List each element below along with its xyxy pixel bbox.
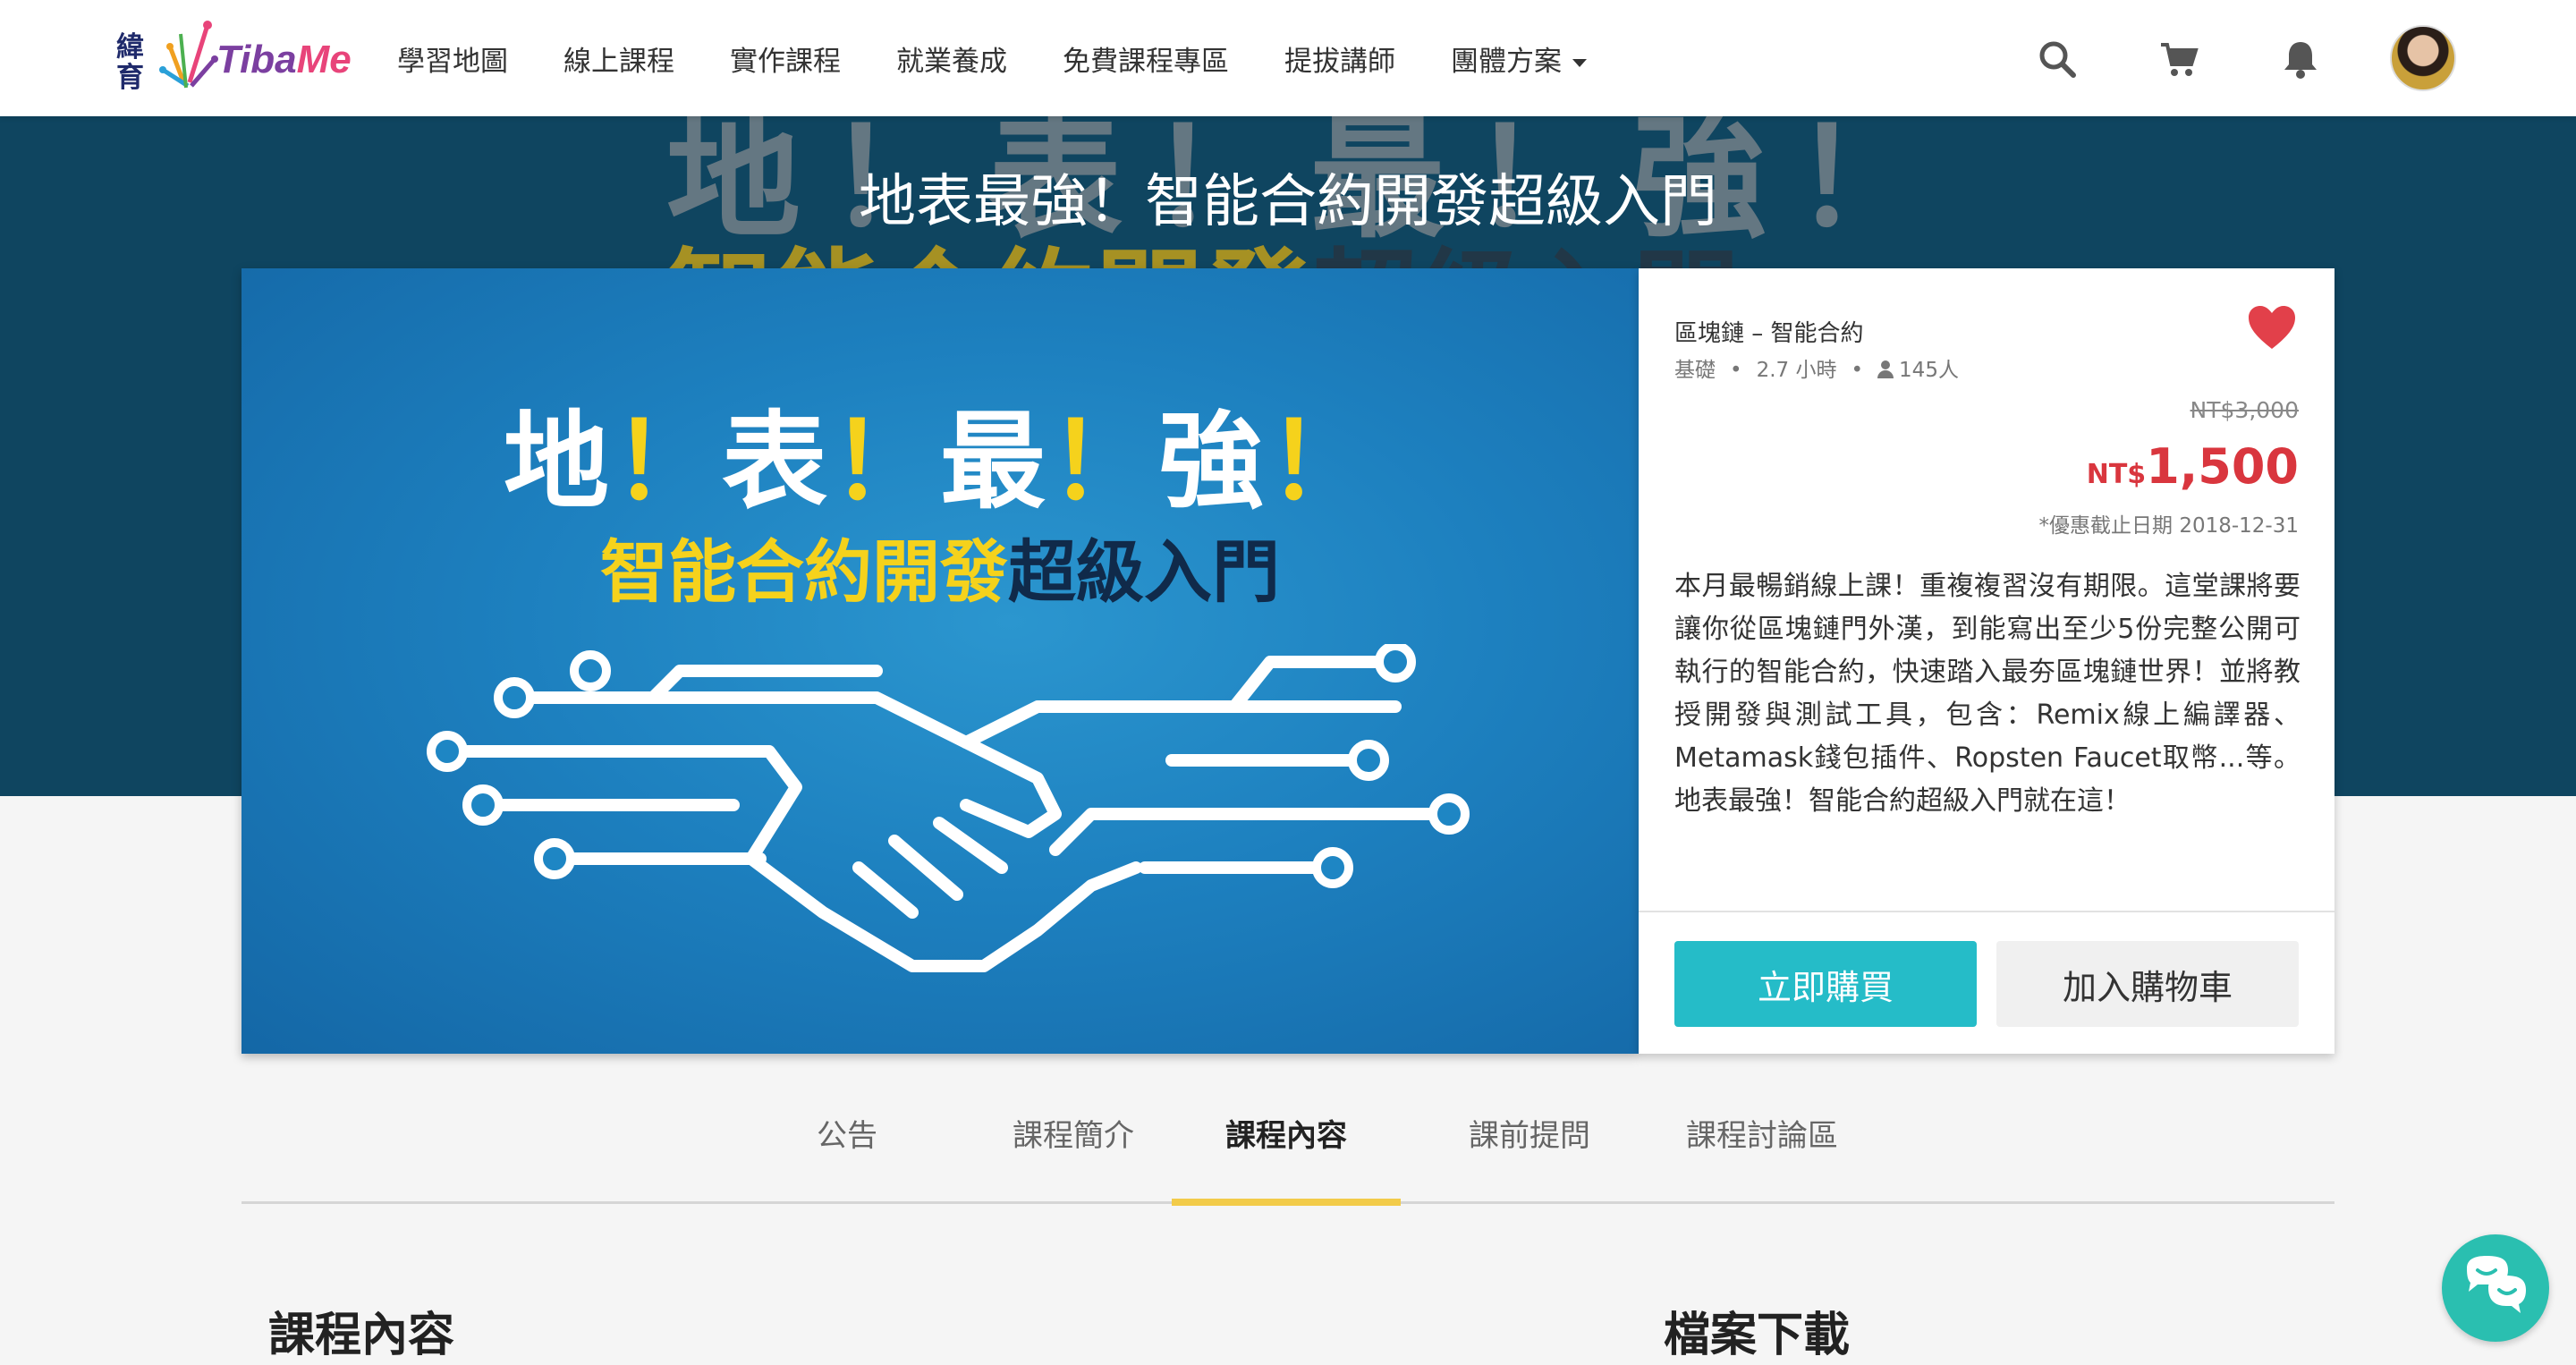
course-tabs: 公告 課程簡介 課程內容 課前提問 課程討論區	[242, 1098, 2334, 1206]
course-info-panel: 區塊鏈 – 智能合約 基礎 • 2.7 小時 • 145人 NT$3,000 NT$1,…	[1639, 268, 2334, 1054]
tab-course-content[interactable]: 課程內容	[1172, 1111, 1401, 1206]
user-avatar[interactable]	[2390, 25, 2456, 91]
cover-headline: 地！表！最！強！	[242, 376, 1639, 529]
section-title-course-content: 課程內容	[268, 1309, 455, 1362]
logo-wordmark-me: Me	[296, 38, 352, 81]
cover-char: 表	[721, 400, 831, 523]
menu-learning-map[interactable]: 學習地圖	[397, 38, 508, 79]
cover-exclaim: ！	[830, 400, 940, 523]
menu-career-training[interactable]: 就業養成	[896, 38, 1007, 79]
buy-now-button[interactable]: 立即購買	[1674, 941, 1977, 1027]
menu-become-instructor[interactable]: 提拔講師	[1284, 38, 1395, 79]
cover-subheadline-a: 智能合約開發	[600, 532, 1008, 612]
original-price: NT$3,000	[2190, 397, 2299, 423]
course-students: 145人	[1899, 359, 1959, 382]
menu-practical-courses[interactable]: 實作課程	[730, 38, 841, 79]
menu-online-courses[interactable]: 線上課程	[564, 38, 674, 79]
cover-exclaim: ！	[612, 400, 722, 523]
course-title: 地表最強！智能合約開發超級入門	[859, 169, 1717, 235]
price-currency: NT$	[2086, 459, 2147, 490]
course-category[interactable]: 區塊鏈 – 智能合約	[1674, 315, 1864, 348]
cart-icon[interactable]	[2157, 38, 2200, 81]
course-description: 本月最暢銷線上課！重複複習沒有期限。這堂課將要讓你從區塊鏈門外漢，到能寫出至少5…	[1674, 571, 2301, 817]
course-hours: 2.7 小時	[1756, 359, 1837, 382]
cover-char: 地	[503, 400, 613, 523]
price-amount: 1,500	[2146, 438, 2299, 495]
course-cover-image: 地！表！最！強！ 智能合約開發超級入門	[242, 268, 1639, 1054]
course-meta: 基礎 • 2.7 小時 • 145人	[1674, 352, 1959, 383]
person-icon	[1877, 360, 1894, 378]
logo-chinese-text: 緯育	[116, 31, 144, 94]
top-navbar: 緯育 TibaMe 學習地圖 線上課程 實作課程 就業養成 免費課程專區 提拔講…	[0, 0, 2576, 116]
discount-deadline: *優惠截止日期 2018-12-31	[2038, 514, 2299, 538]
cover-subheadline: 智能合約開發超級入門	[242, 517, 1639, 615]
logo-wordmark: TibaMe	[216, 38, 352, 82]
logo[interactable]: 緯育 TibaMe	[116, 20, 352, 97]
cover-subheadline-b: 超級入門	[1008, 532, 1280, 612]
handshake-circuit-icon	[427, 644, 1470, 972]
search-icon[interactable]	[2036, 38, 2079, 81]
logo-wordmark-tiba: Tiba	[216, 38, 297, 81]
cover-exclaim: ！	[1049, 400, 1159, 523]
menu-free-courses[interactable]: 免費課程專區	[1063, 38, 1229, 79]
course-level: 基礎	[1674, 359, 1716, 382]
menu-group-plans[interactable]: 團體方案	[1451, 38, 1587, 79]
favorite-heart-icon[interactable]	[2247, 304, 2297, 351]
tab-announcements[interactable]: 公告	[789, 1111, 905, 1202]
tab-course-intro[interactable]: 課程簡介	[984, 1111, 1163, 1202]
cover-char: 強	[1158, 400, 1268, 523]
chat-bubbles-icon	[2467, 1256, 2526, 1313]
chevron-down-icon	[1572, 58, 1587, 67]
sale-price: NT$1,500	[2087, 438, 2299, 495]
chat-button[interactable]	[2442, 1234, 2549, 1342]
add-to-cart-button[interactable]: 加入購物車	[1996, 941, 2299, 1027]
main-menu: 學習地圖 線上課程 實作課程 就業養成 免費課程專區 提拔講師 團體方案	[397, 0, 1642, 116]
bell-icon[interactable]	[2279, 38, 2322, 81]
cover-char: 最	[940, 400, 1050, 523]
divider	[1639, 911, 2334, 912]
section-title-file-download: 檔案下載	[1664, 1309, 1851, 1362]
separator-dot: •	[1851, 359, 1864, 382]
tab-pre-course-questions[interactable]: 課前提問	[1440, 1111, 1619, 1202]
cover-exclaim: ！	[1267, 400, 1377, 523]
separator-dot: •	[1730, 359, 1742, 382]
tab-discussion[interactable]: 課程討論區	[1655, 1111, 1869, 1202]
menu-group-plans-label: 團體方案	[1451, 45, 1562, 78]
